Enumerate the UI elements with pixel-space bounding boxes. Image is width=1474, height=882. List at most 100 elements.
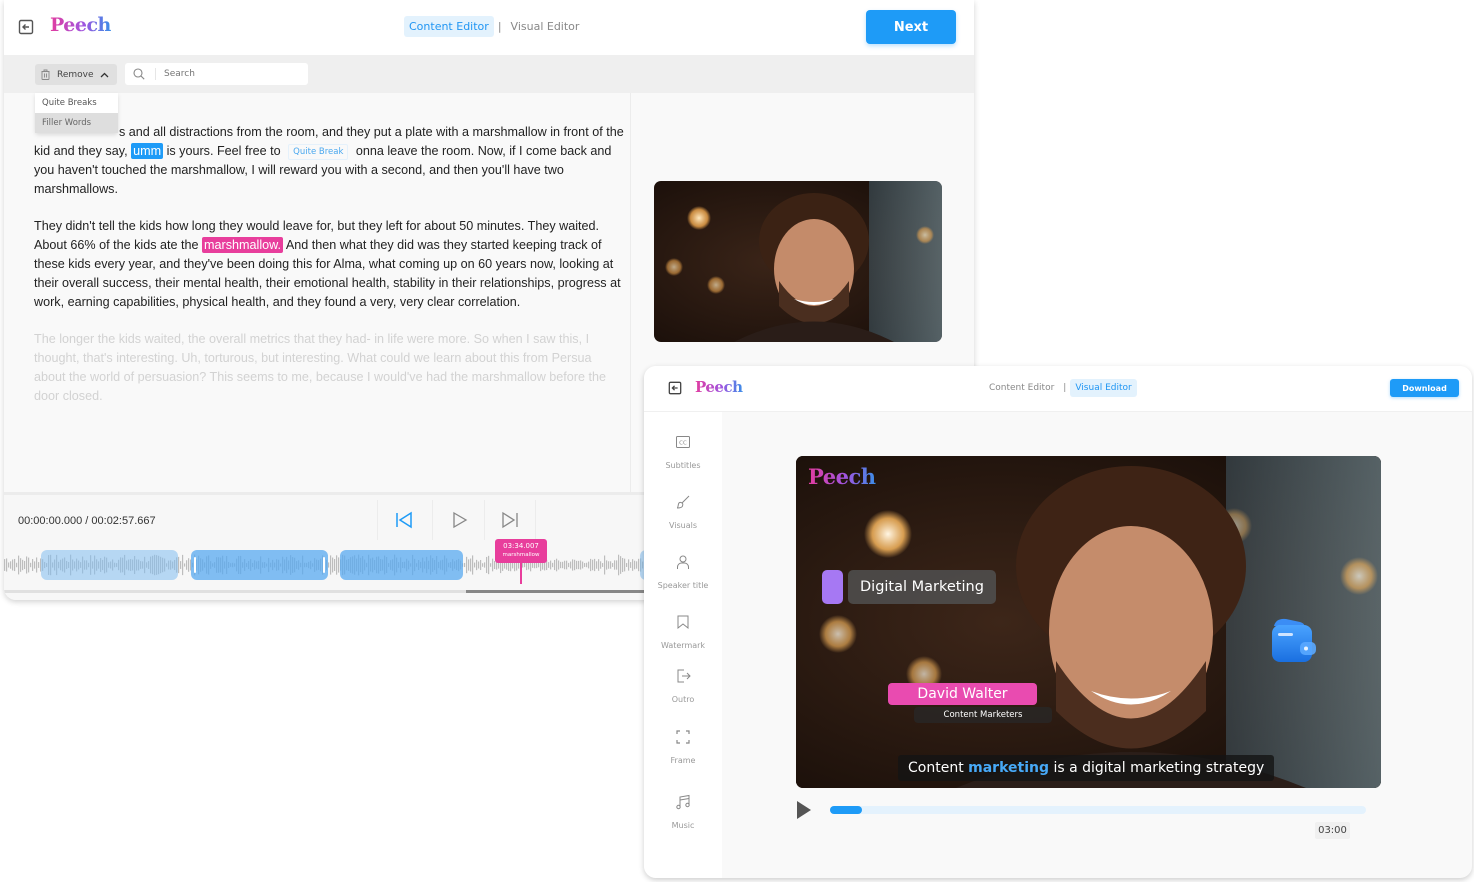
tab-content-editor[interactable]: Content Editor (404, 16, 494, 37)
waveform-bar (20, 558, 22, 572)
search-box (125, 63, 308, 85)
download-button[interactable]: Download (1390, 379, 1459, 397)
waveform-bar (582, 561, 584, 569)
waveform-bar (568, 562, 570, 568)
playhead-line[interactable] (520, 563, 522, 584)
waveform-bar (562, 561, 564, 569)
waveform-bar (612, 563, 614, 567)
tool-label: Speaker title (657, 581, 709, 590)
remove-label: Remove (57, 69, 94, 80)
clip-segment-selected[interactable] (191, 550, 328, 580)
subtitle-keyword: marketing (968, 760, 1049, 776)
tool-outro[interactable]: Outro (644, 668, 722, 707)
video-duration: 03:00 (1315, 822, 1350, 839)
waveform-bar (604, 555, 606, 575)
waveform-bar (632, 559, 634, 571)
speaker-name-overlay[interactable]: David Walter (888, 683, 1037, 705)
subtitle-overlay[interactable]: Content marketing is a digital marketing… (898, 755, 1275, 781)
outro-icon (677, 669, 691, 683)
waveform-bar (566, 560, 568, 570)
waveform-bar (626, 563, 628, 567)
waveform-bar (552, 562, 554, 568)
chevron-up-icon (100, 72, 108, 77)
waveform-bar (30, 562, 32, 568)
transcript-paragraph[interactable]: They didn't tell the kids how long they … (34, 217, 624, 312)
waveform-bar (472, 555, 474, 575)
tool-label: Music (671, 821, 695, 830)
play-icon[interactable] (796, 800, 812, 820)
tool-label: Watermark (660, 641, 706, 650)
waveform-bar (560, 561, 562, 569)
waveform-bar (14, 558, 16, 572)
tab-visual-editor[interactable]: Visual Editor (1070, 379, 1137, 397)
tab-visual-editor[interactable]: Visual Editor (506, 16, 585, 37)
video-progress-bar[interactable] (830, 806, 1366, 814)
transcript-text: is yours. Feel free to (163, 144, 285, 158)
remove-menu: Quite Breaks Filler Words (35, 93, 118, 133)
clip-segment[interactable] (41, 550, 178, 580)
waveform-bar (538, 562, 540, 568)
waveform-bar (464, 562, 466, 568)
waveform-bar (576, 560, 578, 570)
waveform-bar (16, 562, 18, 568)
waveform-bar (634, 560, 636, 570)
bookmark-icon (677, 615, 689, 630)
waveform-bar (22, 559, 24, 571)
skip-back-button[interactable] (377, 500, 429, 540)
word-marker[interactable]: 03:34.007 marshmallow (495, 539, 547, 563)
play-button[interactable] (432, 500, 484, 540)
waveform-bar (602, 563, 604, 567)
waveform-bar (468, 559, 470, 571)
transcript-paragraph-faded[interactable]: The longer the kids waited, the overall … (34, 330, 624, 406)
tool-frame[interactable]: Frame (644, 729, 722, 768)
menu-item-quite-breaks[interactable]: Quite Breaks (35, 93, 118, 113)
tool-music[interactable]: Music (644, 794, 722, 833)
skip-forward-button[interactable] (484, 500, 536, 540)
video-canvas[interactable]: Peech Digital Marketing David Walter Con… (796, 456, 1381, 788)
tool-visuals[interactable]: Visuals (644, 494, 722, 533)
skip-forward-icon (502, 511, 518, 529)
scrollbar-thumb[interactable] (466, 590, 666, 593)
remove-dropdown-button[interactable]: Remove (35, 64, 117, 85)
transcript-paragraph[interactable]: s and all distractions from the room, an… (34, 123, 624, 199)
waveform-bar (522, 562, 524, 568)
clip-segment[interactable] (340, 550, 463, 580)
waveform-bar (476, 559, 478, 571)
waveform-bar (548, 562, 550, 568)
frame-icon (676, 730, 690, 744)
topic-title-overlay[interactable]: Digital Marketing (848, 570, 996, 604)
trim-handle-right[interactable] (323, 557, 325, 573)
waveform-bar (556, 558, 558, 572)
waveform-bar (616, 560, 618, 570)
exit-icon[interactable] (668, 381, 682, 395)
tool-watermark[interactable]: Watermark (644, 614, 722, 653)
quite-break-tag[interactable]: Quite Break (288, 144, 349, 160)
waveform-bar (470, 558, 472, 572)
tool-speaker-title[interactable]: Speaker title (644, 554, 722, 593)
filler-word-highlight[interactable]: umm (131, 143, 164, 159)
menu-item-filler-words[interactable]: Filler Words (35, 113, 118, 133)
waveform-bar (622, 557, 624, 573)
waveform-bar (334, 559, 336, 571)
waveform-bar (24, 560, 26, 570)
speaker-role-overlay[interactable]: Content Marketers (914, 707, 1052, 723)
video-preview-thumbnail[interactable] (654, 181, 942, 342)
waveform-bar (332, 557, 334, 573)
waveform-bar (12, 559, 14, 571)
trim-handle-left[interactable] (194, 557, 196, 573)
transcript[interactable]: s and all distractions from the room, an… (34, 123, 624, 424)
video-watermark-logo[interactable]: Peech (808, 464, 876, 489)
waveform-bar (628, 559, 630, 571)
content-editor-header: Peech Content Editor | Visual Editor Nex… (4, 0, 974, 55)
tool-subtitles[interactable]: CC Subtitles (644, 434, 722, 473)
wallet-icon[interactable] (1268, 616, 1318, 666)
tools-sidebar: CC Subtitles Visuals Speaker title Water… (644, 412, 722, 878)
waveform-bar (32, 559, 34, 571)
next-button[interactable]: Next (866, 10, 956, 44)
peech-logo: Peech (695, 378, 743, 396)
tab-content-editor[interactable]: Content Editor (984, 379, 1059, 397)
exit-icon[interactable] (18, 19, 34, 35)
search-input[interactable] (164, 69, 294, 79)
waveform-bar (600, 561, 602, 569)
marked-word-highlight[interactable]: marshmallow. (202, 237, 284, 253)
